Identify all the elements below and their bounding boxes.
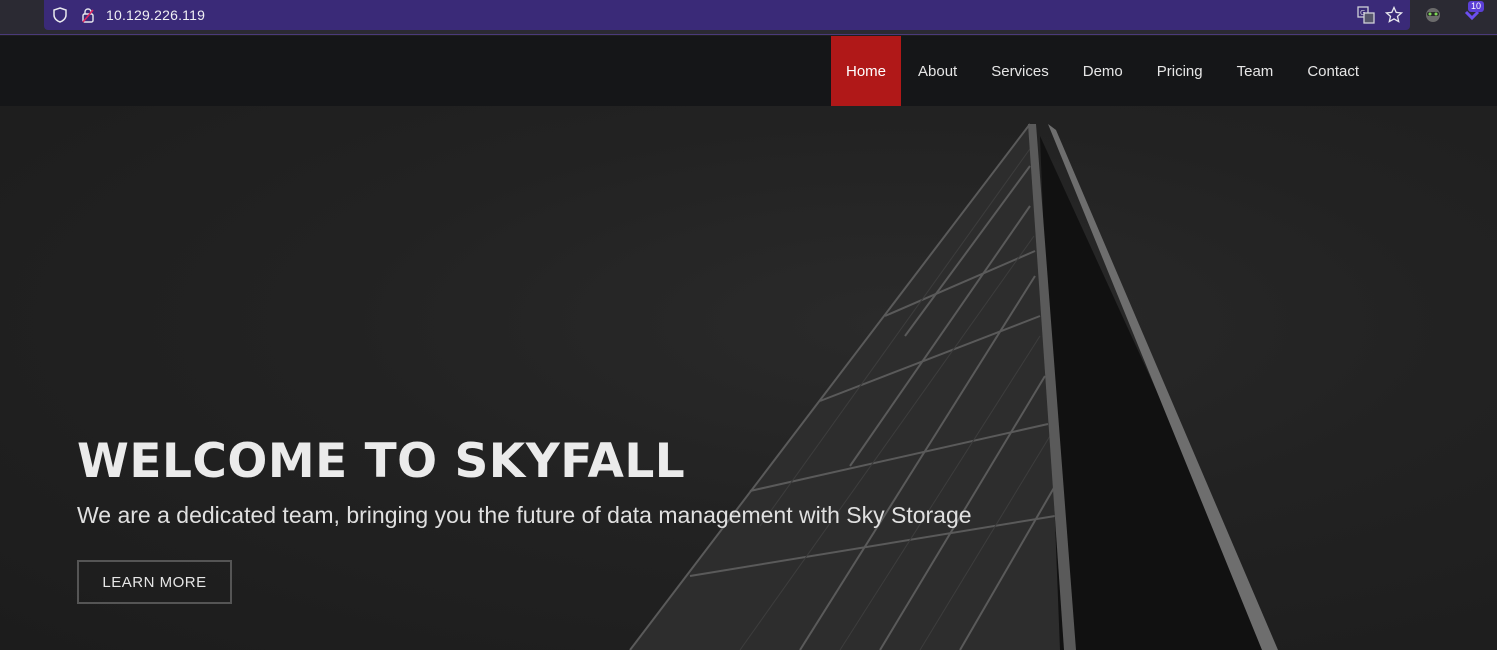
learn-more-button[interactable]: LEARN MORE xyxy=(77,560,232,604)
shield-icon[interactable] xyxy=(50,5,70,25)
nav-item-about[interactable]: About xyxy=(901,36,974,106)
site-navbar: Home About Services Demo Pricing Team Co… xyxy=(0,36,1497,106)
star-icon[interactable] xyxy=(1384,5,1404,25)
extension-badge-icon[interactable]: 10 xyxy=(1460,1,1484,25)
browser-toolbar: 10.129.226.119 G 10 xyxy=(0,0,1497,35)
hero-section: WELCOME TO SKYFALL We are a dedicated te… xyxy=(0,106,1497,650)
nav-item-home[interactable]: Home xyxy=(831,36,902,106)
nav-item-contact[interactable]: Contact xyxy=(1290,36,1376,106)
hero-subtitle: We are a dedicated team, bringing you th… xyxy=(77,502,972,528)
nav-item-services[interactable]: Services xyxy=(974,36,1066,106)
nav-menu: Home About Services Demo Pricing Team Co… xyxy=(831,36,1376,106)
translate-icon[interactable]: G xyxy=(1356,5,1376,25)
nav-item-team[interactable]: Team xyxy=(1220,36,1291,106)
svg-text:G: G xyxy=(1360,9,1365,17)
extension-icon[interactable] xyxy=(1423,5,1443,25)
address-bar[interactable] xyxy=(44,0,1410,30)
url-text[interactable]: 10.129.226.119 xyxy=(106,7,205,23)
lock-icon[interactable] xyxy=(78,5,98,25)
hero-title: WELCOME TO SKYFALL xyxy=(77,434,686,489)
nav-item-pricing[interactable]: Pricing xyxy=(1140,36,1220,106)
nav-item-demo[interactable]: Demo xyxy=(1066,36,1140,106)
extension-badge: 10 xyxy=(1467,1,1484,12)
